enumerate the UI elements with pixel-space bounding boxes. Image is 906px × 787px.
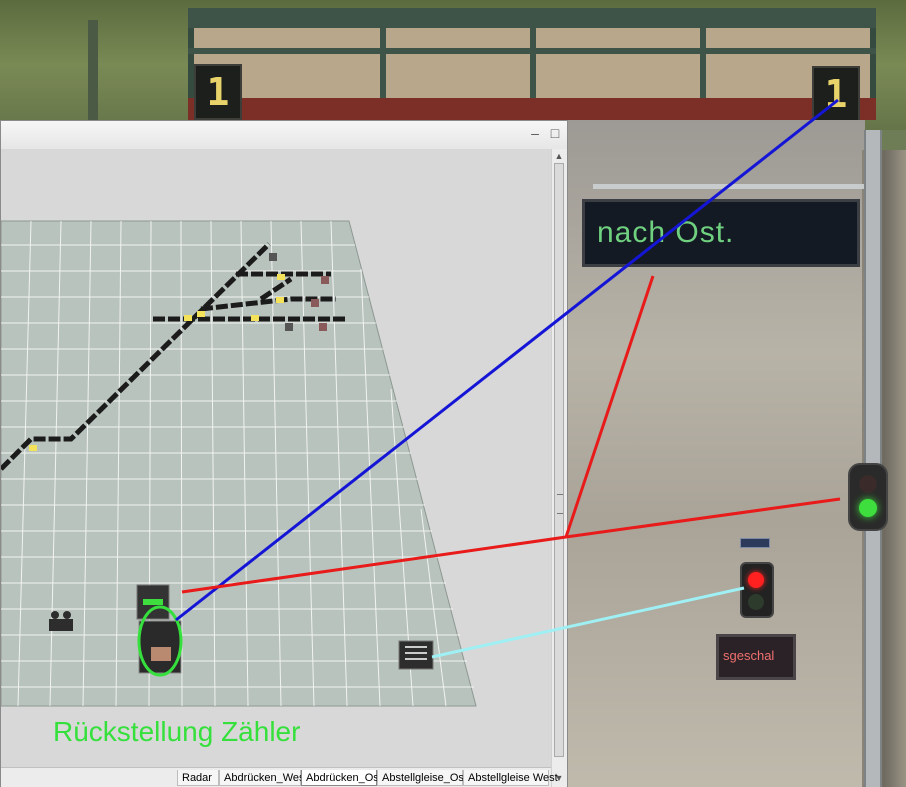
layout-tab-bar: Radar Abdrücken_West Abdrücken_Ost Abste… <box>1 767 558 787</box>
vertical-scrollbar[interactable]: ▲ ▼ <box>551 149 567 787</box>
signal-lamp-off-icon <box>748 594 764 610</box>
signal-lamp-red-icon <box>748 572 764 588</box>
track-plan-svg <box>1 220 477 707</box>
counter-display-right: 1 <box>812 66 860 122</box>
layout-grid-plane <box>1 220 477 707</box>
scroll-up-arrow-icon[interactable]: ▲ <box>554 151 564 161</box>
hall-brick-base <box>188 98 876 120</box>
destination-board-text: nach Ost. <box>597 216 735 249</box>
track-plan-window[interactable]: – □ Rückstellung Zähler ▲ ▼ Radar Abdrüc… <box>0 120 568 787</box>
tab-abdruecken-ost[interactable]: Abdrücken_Ost <box>301 770 382 786</box>
solar-panel-icon <box>740 538 770 548</box>
scrollbar-thumb[interactable] <box>554 163 564 757</box>
destination-board[interactable]: nach Ost. <box>582 199 860 267</box>
light-signal[interactable] <box>740 562 774 618</box>
signal-lamp-off-icon <box>859 475 877 493</box>
small-display-board[interactable]: sgeschal <box>716 634 796 680</box>
3d-scene-view[interactable]: 1 1 nach Ost. sgeschal – □ Rückstellung … <box>0 0 906 787</box>
tab-radar[interactable]: Radar <box>177 770 219 786</box>
tab-abdruecken-west[interactable]: Abdrücken_West <box>219 770 308 786</box>
tab-abstellgleise-ost[interactable]: Abstellgleise_Ost <box>377 770 467 786</box>
tab-abstellgleise-west[interactable]: Abstellgleise West <box>463 770 558 786</box>
maximize-button[interactable]: □ <box>547 125 563 141</box>
counter-display-left: 1 <box>194 64 242 120</box>
hall-window-frame <box>700 28 706 100</box>
signal-lamp-green-icon <box>859 499 877 517</box>
small-board-text: sgeschal <box>723 648 775 663</box>
window-titlebar[interactable]: – □ <box>1 121 567 150</box>
signal-bridge-arm <box>593 184 873 189</box>
lattice-mast <box>864 130 882 787</box>
track-plan-canvas[interactable]: Rückstellung Zähler <box>1 149 551 767</box>
hall-window-frame <box>380 28 386 100</box>
catenary-pole <box>88 20 98 130</box>
main-signal[interactable] <box>848 463 888 531</box>
switch-device-icon <box>398 640 434 670</box>
layout-caption: Rückstellung Zähler <box>53 716 301 747</box>
hall-roof-beam <box>188 8 876 28</box>
hall-window-frame <box>530 28 536 100</box>
grip-icon <box>557 494 563 514</box>
minimize-button[interactable]: – <box>527 125 543 141</box>
